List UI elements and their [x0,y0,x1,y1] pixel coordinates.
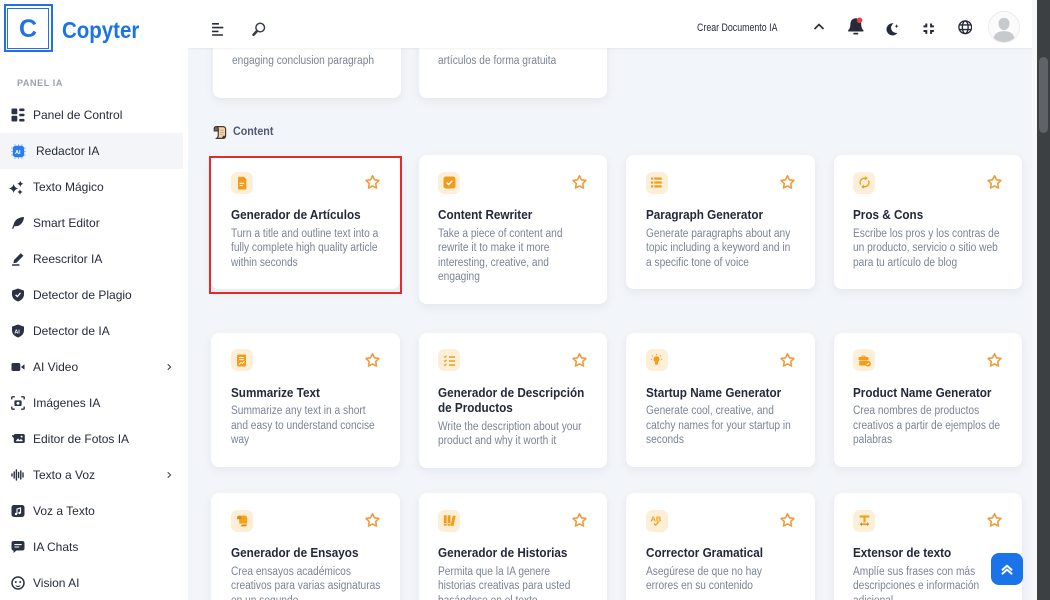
svg-text:AI: AI [15,150,21,156]
svg-text:AB: AB [650,515,661,524]
svg-text:AI: AI [14,329,20,335]
